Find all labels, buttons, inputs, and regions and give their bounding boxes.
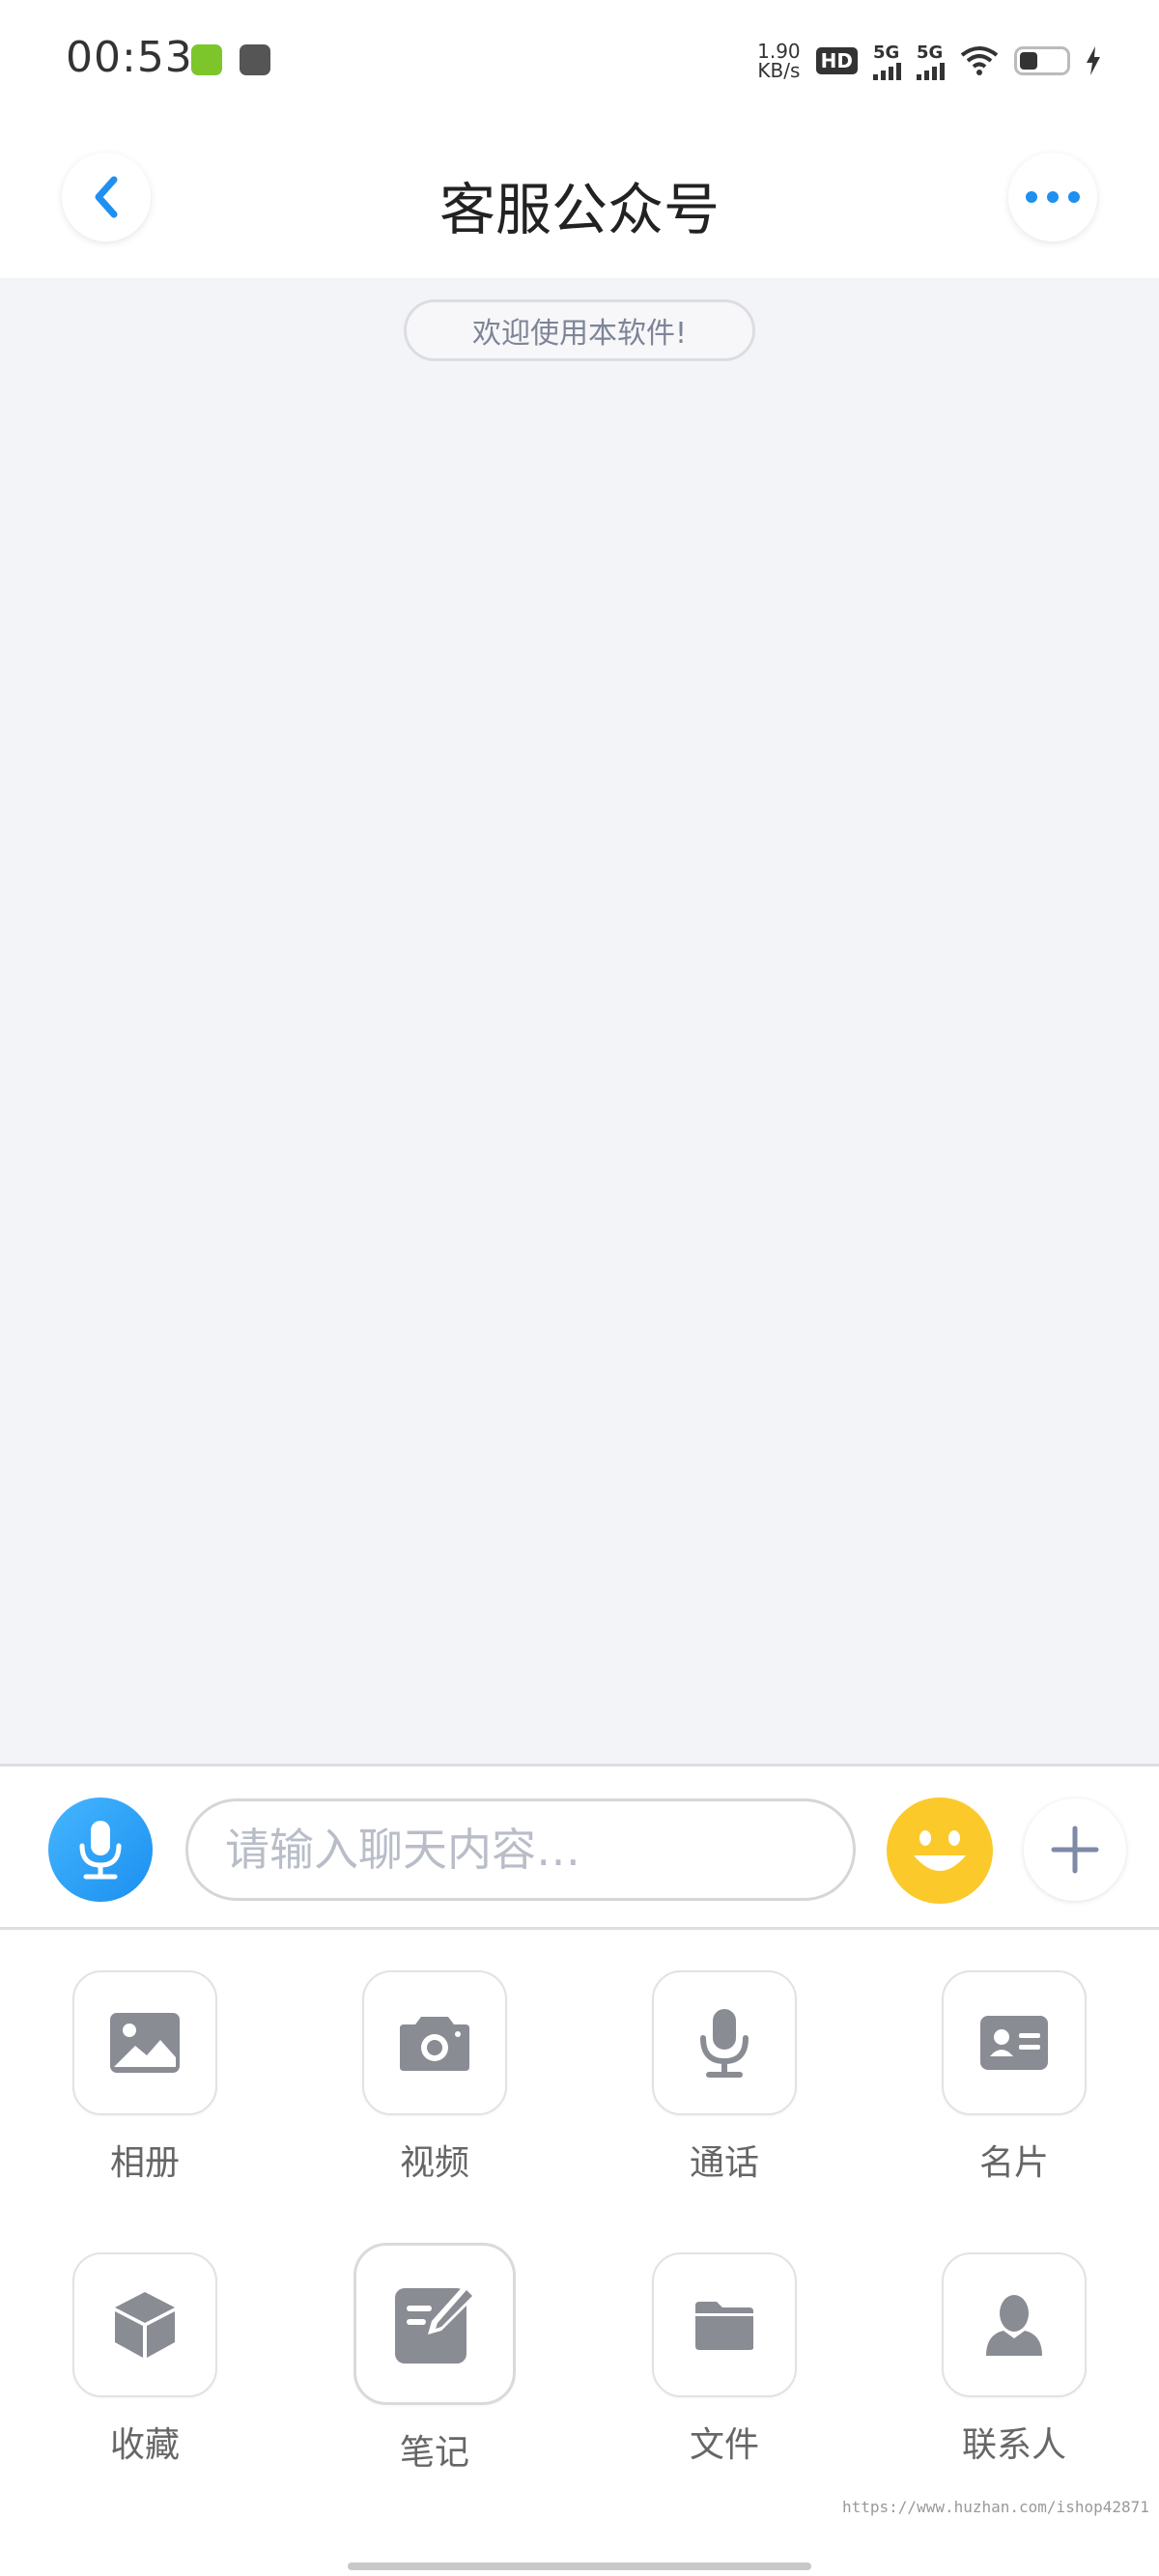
cube-icon bbox=[115, 2292, 175, 2358]
tools-panel: 相册 视频 通话 名片 收藏 笔记 文件 联系人 bbox=[0, 1930, 1159, 2576]
image-icon bbox=[110, 2013, 180, 2073]
smile-icon bbox=[914, 1830, 966, 1871]
tool-favorites[interactable]: 收藏 bbox=[63, 2252, 227, 2467]
emoji-button[interactable] bbox=[887, 1798, 993, 1904]
system-welcome-message: 欢迎使用本软件! bbox=[404, 299, 755, 361]
battery-icon bbox=[1014, 46, 1070, 75]
status-bar: 00:53 1.90 KB/s HD 5G 5G bbox=[0, 0, 1159, 126]
nav-header: 客服公众号 bbox=[0, 126, 1159, 278]
camera-icon bbox=[400, 2017, 469, 2071]
watermark-url: https://www.huzhan.com/ishop42871 bbox=[842, 2498, 1149, 2516]
more-tools-button[interactable] bbox=[1024, 1798, 1126, 1901]
tool-contacts[interactable]: 联系人 bbox=[932, 2252, 1096, 2467]
signal-sim2-icon: 5G bbox=[917, 42, 945, 80]
folder-icon bbox=[695, 2302, 753, 2350]
usb-debug-icon bbox=[240, 44, 270, 75]
tool-call[interactable]: 通话 bbox=[642, 1970, 806, 2185]
microphone-icon bbox=[700, 2009, 749, 2078]
chat-text-input[interactable] bbox=[185, 1798, 856, 1901]
page: { "status_bar": { "time": "00:53", "net_… bbox=[0, 0, 1159, 2576]
signal-sim1-icon: 5G bbox=[873, 42, 901, 80]
status-indicators: 1.90 KB/s HD 5G 5G bbox=[757, 39, 1101, 83]
chat-app-notification-icon bbox=[191, 44, 222, 75]
voice-input-button[interactable] bbox=[48, 1798, 153, 1902]
tool-card[interactable]: 名片 bbox=[932, 1970, 1096, 2185]
home-indicator[interactable] bbox=[348, 2562, 811, 2570]
person-icon bbox=[986, 2295, 1042, 2356]
network-speed: 1.90 KB/s bbox=[757, 40, 801, 82]
charging-icon bbox=[1087, 46, 1100, 75]
wifi-icon bbox=[960, 46, 999, 75]
microphone-icon bbox=[79, 1821, 122, 1880]
tool-notes[interactable]: 笔记 bbox=[353, 2243, 517, 2475]
note-edit-icon bbox=[395, 2284, 476, 2364]
status-time: 00:53 bbox=[66, 33, 193, 82]
more-dots-icon bbox=[1026, 191, 1080, 203]
contact-card-icon bbox=[980, 2016, 1048, 2070]
tool-video[interactable]: 视频 bbox=[353, 1970, 517, 2185]
page-title: 客服公众号 bbox=[438, 177, 720, 242]
plus-icon bbox=[1051, 1826, 1099, 1874]
chat-message-area[interactable]: 欢迎使用本软件! bbox=[0, 278, 1159, 1764]
more-button[interactable] bbox=[1008, 153, 1097, 241]
chat-input-bar bbox=[0, 1764, 1159, 1930]
hd-voice-icon: HD bbox=[815, 47, 858, 74]
tool-files[interactable]: 文件 bbox=[642, 2252, 806, 2467]
tool-album[interactable]: 相册 bbox=[63, 1970, 227, 2185]
